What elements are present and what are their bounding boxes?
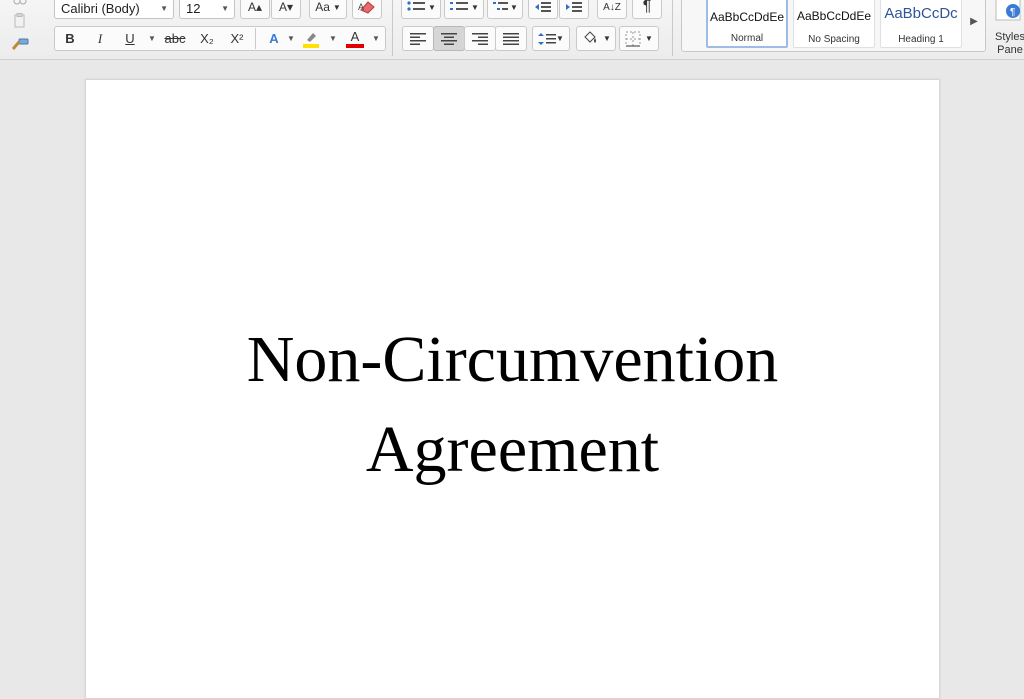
divider: [672, 0, 673, 56]
format-painter-icon[interactable]: [9, 36, 31, 54]
highlighter-icon: [303, 32, 319, 48]
styles-pane-label[interactable]: Styles Pane: [990, 31, 1024, 57]
bold-label: B: [65, 31, 75, 46]
strikethrough-label: abc: [164, 31, 186, 46]
style-sample: AaBbCcDc: [884, 5, 958, 22]
subscript-button[interactable]: X₂: [194, 27, 220, 50]
copy-icon[interactable]: [10, 0, 30, 8]
grow-font-button[interactable]: A▴: [240, 0, 270, 19]
align-left-icon: [410, 32, 426, 45]
style-name: Heading 1: [898, 34, 944, 45]
gallery-next-arrow-icon[interactable]: ▶: [967, 10, 981, 32]
superscript-label: X²: [230, 31, 244, 46]
borders-icon: [625, 31, 641, 46]
divider: [255, 28, 256, 49]
justify-icon: [503, 32, 519, 45]
eraser-icon: A: [358, 1, 375, 14]
svg-text:A: A: [358, 2, 364, 12]
font-color-dropdown[interactable]: ▼: [371, 28, 381, 49]
styles-pane-label-line1: Styles: [995, 31, 1024, 43]
style-heading-1[interactable]: AaBbCcDc Heading 1: [880, 0, 962, 48]
line-spacing-button[interactable]: ▼: [532, 26, 570, 51]
bullet-list-icon: [407, 1, 426, 11]
font-size-select[interactable]: 12 ▼: [179, 0, 235, 19]
bold-button[interactable]: B: [58, 27, 82, 50]
highlight-dropdown[interactable]: ▼: [328, 28, 338, 49]
pilcrow-label: ¶: [642, 0, 652, 15]
borders-button[interactable]: ▼: [619, 26, 659, 51]
underline-dropdown[interactable]: ▼: [147, 28, 157, 49]
highlight-button[interactable]: [298, 27, 324, 50]
superscript-button[interactable]: X²: [224, 27, 250, 50]
style-sample: AaBbCcDdEe: [709, 10, 785, 24]
text-effects-dropdown[interactable]: ▼: [286, 28, 296, 49]
align-left-button[interactable]: [402, 26, 434, 51]
align-center-button[interactable]: [433, 26, 465, 51]
shrink-font-button[interactable]: A▾: [271, 0, 301, 19]
document-page[interactable]: Non-Circumvention Agreement: [85, 79, 940, 699]
font-color-button[interactable]: A: [342, 27, 368, 50]
multilevel-list-button[interactable]: ▼: [487, 0, 523, 19]
bullets-button[interactable]: ▼: [401, 0, 441, 19]
underline-button[interactable]: U: [118, 27, 142, 50]
title-line-1: Non-Circumvention: [246, 323, 779, 396]
change-case-label: Aa: [315, 0, 330, 14]
font-name-value: Calibri (Body): [61, 0, 140, 16]
numbered-list-icon: [450, 2, 469, 10]
shrink-font-label: A▾: [278, 0, 294, 14]
title-line-2: Agreement: [365, 413, 660, 486]
style-name: Normal: [730, 33, 764, 44]
indent-icon: [566, 2, 582, 12]
subscript-label: X₂: [200, 31, 214, 46]
text-effects-label: A: [269, 31, 279, 46]
styles-pane-label-line2: Pane: [997, 44, 1023, 56]
font-name-select[interactable]: Calibri (Body) ▼: [54, 0, 174, 19]
show-formatting-button[interactable]: ¶: [632, 0, 662, 19]
text-effects-button[interactable]: A: [262, 27, 286, 50]
decrease-indent-button[interactable]: [528, 0, 558, 19]
style-sample: AaBbCcDdEe: [796, 9, 872, 23]
styles-gallery: AaBbCcDdEe Normal AaBbCcDdEe No Spacing …: [681, 0, 986, 52]
italic-label: I: [97, 30, 103, 46]
underline-label: U: [125, 31, 135, 46]
multilevel-list-icon: [493, 2, 509, 10]
style-name: No Spacing: [808, 34, 860, 45]
align-center-icon: [441, 32, 457, 45]
paint-bucket-icon: [584, 30, 597, 43]
document-title[interactable]: Non-Circumvention Agreement: [86, 315, 939, 495]
clear-formatting-button[interactable]: A: [352, 0, 382, 19]
styles-pane-button[interactable]: ¶: [994, 0, 1024, 24]
change-case-button[interactable]: Aa ▼: [309, 0, 347, 19]
align-right-button[interactable]: [464, 26, 496, 51]
font-color-label: A: [350, 28, 360, 44]
numbering-button[interactable]: ▼: [444, 0, 484, 19]
italic-button[interactable]: I: [88, 27, 112, 50]
font-size-value: 12: [186, 0, 201, 16]
font-color-swatch: [346, 43, 364, 48]
styles-pane-icon: ¶: [995, 0, 1021, 21]
justify-button[interactable]: [495, 26, 527, 51]
chevron-down-icon: ▼: [221, 3, 229, 13]
strikethrough-button[interactable]: abc: [160, 27, 190, 50]
divider: [392, 0, 393, 56]
align-right-icon: [472, 32, 488, 45]
sort-label: A↓Z: [603, 1, 621, 13]
style-normal[interactable]: AaBbCcDdEe Normal: [706, 0, 788, 48]
style-no-spacing[interactable]: AaBbCcDdEe No Spacing: [793, 0, 875, 48]
svg-text:¶: ¶: [1010, 7, 1015, 18]
increase-indent-button[interactable]: [559, 0, 589, 19]
grow-font-label: A▴: [247, 0, 263, 14]
line-spacing-icon: [538, 32, 557, 45]
outdent-icon: [535, 2, 551, 12]
shading-button[interactable]: ▼: [576, 26, 616, 51]
chevron-down-icon: ▼: [160, 3, 168, 13]
paste-icon[interactable]: [10, 12, 30, 30]
ribbon-toolbar: Calibri (Body) ▼ 12 ▼ A▴ A▾ Aa ▼ A B I U …: [0, 0, 1024, 60]
sort-button[interactable]: A↓Z: [597, 0, 627, 19]
